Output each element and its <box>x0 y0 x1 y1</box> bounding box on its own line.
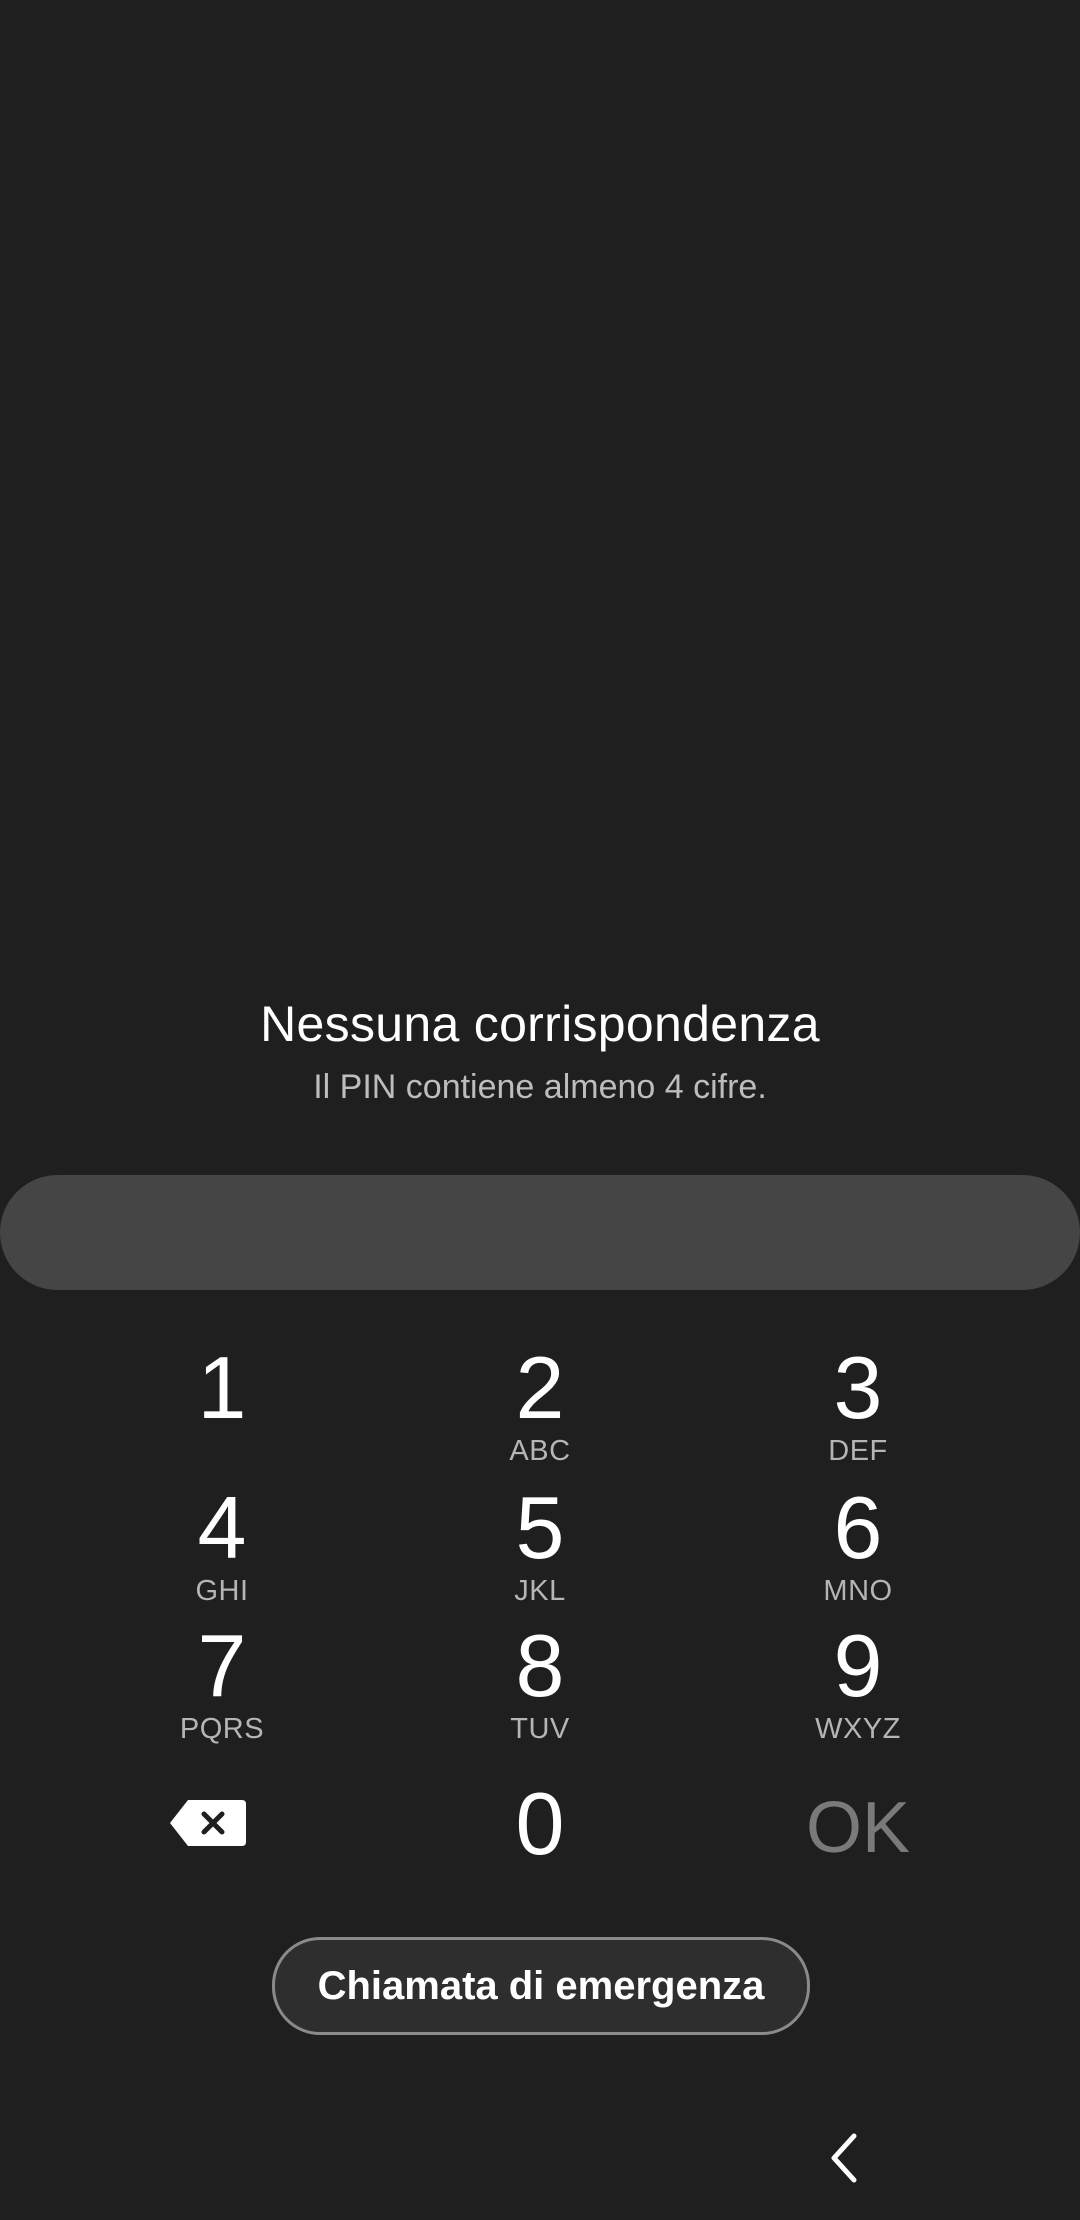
key-letters: DEF <box>828 1435 888 1467</box>
error-title: Nessuna corrispondenza <box>260 996 820 1052</box>
key-letters: JKL <box>514 1575 566 1607</box>
key-2[interactable]: 2 ABC <box>420 1342 660 1472</box>
key-3[interactable]: 3 DEF <box>738 1342 978 1472</box>
key-digit: 8 <box>515 1616 565 1715</box>
backspace-icon <box>170 1800 246 1846</box>
key-9[interactable]: 9 WXYZ <box>738 1620 978 1750</box>
key-digit: 5 <box>515 1478 565 1577</box>
key-8[interactable]: 8 TUV <box>420 1620 660 1750</box>
key-letters: WXYZ <box>815 1713 901 1745</box>
key-letters: GHI <box>195 1575 249 1607</box>
ok-button[interactable]: OK <box>778 1780 938 1876</box>
backspace-button[interactable] <box>170 1800 270 1854</box>
key-letters: ABC <box>509 1435 571 1467</box>
key-digit: 2 <box>515 1338 565 1437</box>
lock-screen: Nessuna corrispondenza Il PIN contiene a… <box>0 0 1080 2220</box>
pin-input-field[interactable] <box>0 1175 1080 1290</box>
key-digit: 1 <box>197 1338 247 1437</box>
key-letters: TUV <box>510 1713 570 1745</box>
key-7[interactable]: 7 PQRS <box>102 1620 342 1750</box>
nav-back-button[interactable] <box>820 2128 870 2188</box>
key-digit: 4 <box>197 1478 247 1577</box>
key-0[interactable]: 0 <box>420 1778 660 1908</box>
key-4[interactable]: 4 GHI <box>102 1482 342 1612</box>
emergency-call-button[interactable]: Chiamata di emergenza <box>272 1937 810 2035</box>
key-digit: 3 <box>833 1338 883 1437</box>
key-digit: 7 <box>197 1616 247 1715</box>
key-letters: MNO <box>823 1575 893 1607</box>
error-subtitle: Il PIN contiene almeno 4 cifre. <box>313 1068 767 1106</box>
key-digit: 9 <box>833 1616 883 1715</box>
key-letters: PQRS <box>179 1713 265 1745</box>
key-digit: 6 <box>833 1478 883 1577</box>
key-5[interactable]: 5 JKL <box>420 1482 660 1612</box>
key-6[interactable]: 6 MNO <box>738 1482 978 1612</box>
chevron-left-icon <box>831 2133 857 2183</box>
key-digit: 0 <box>515 1774 565 1873</box>
key-1[interactable]: 1 <box>102 1342 342 1472</box>
